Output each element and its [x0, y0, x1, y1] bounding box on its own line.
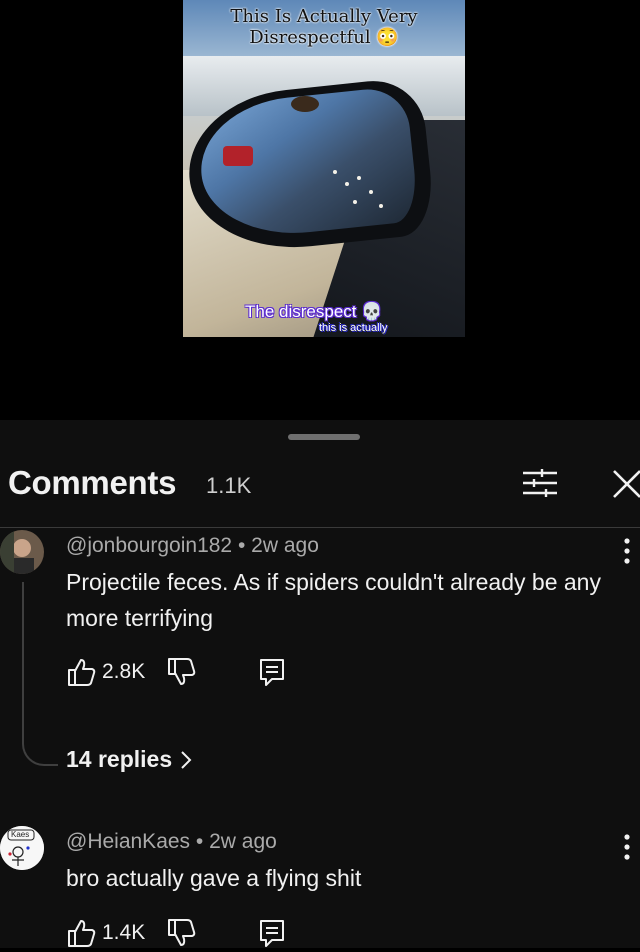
comment-age: 2w ago	[251, 534, 319, 557]
video-player[interactable]: This Is Actually Very Disrespectful 😳 Th…	[0, 0, 640, 420]
header-divider	[0, 527, 640, 528]
thumbs-up-icon	[68, 659, 96, 686]
comment-text: bro actually gave a flying shit	[66, 865, 362, 891]
video-thumbnail[interactable]: This Is Actually Very Disrespectful 😳 Th…	[183, 0, 465, 337]
splatter-dot	[345, 182, 349, 186]
comment-item: @jonbourgoin182 • 2w ago Projectile fece…	[0, 530, 640, 790]
like-count: 2.8K	[102, 660, 146, 683]
comment-author[interactable]: @jonbourgoin182	[66, 534, 232, 557]
thumbs-down-icon[interactable]	[166, 918, 196, 948]
reply-icon[interactable]	[258, 918, 286, 948]
comment-author-line: @jonbourgoin182 • 2w ago	[66, 534, 319, 558]
separator-dot: •	[237, 534, 246, 557]
comment-author[interactable]: @HeianKaes	[66, 830, 190, 853]
splatter-dot	[369, 190, 373, 194]
video-caption-top: This Is Actually Very Disrespectful 😳	[230, 6, 418, 48]
comment-text: Projectile feces. As if spiders couldn't…	[66, 569, 601, 631]
more-options-icon[interactable]	[618, 832, 636, 862]
comment-actions: 1.4K	[66, 918, 326, 952]
replies-label: 14 replies	[66, 746, 173, 772]
avatar[interactable]: Kaes	[0, 826, 44, 870]
more-options-icon[interactable]	[618, 536, 636, 566]
comment-age: 2w ago	[209, 830, 277, 853]
comments-title: Comments	[8, 464, 177, 501]
view-replies-button[interactable]: 14 replies	[66, 746, 192, 773]
avatar-text: Kaes	[11, 830, 30, 839]
spider	[291, 96, 319, 112]
comments-panel: Comments 1.1K @jonbourgoin182 • 2w ago P…	[0, 420, 640, 948]
thumbs-up-icon	[68, 920, 96, 947]
like-button[interactable]: 1.4K	[66, 918, 145, 948]
like-button[interactable]: 2.8K	[66, 657, 145, 687]
reply-thread-line	[22, 582, 58, 766]
close-icon[interactable]	[610, 467, 640, 501]
separator-dot: •	[195, 830, 204, 853]
video-caption-bottom: The disrespect 💀	[245, 302, 383, 321]
like-count: 1.4K	[102, 921, 146, 944]
thumbs-down-icon[interactable]	[166, 657, 196, 687]
reflected-red-car	[223, 146, 253, 166]
comment-item: Kaes @HeianKaes • 2w ago bro actually ga…	[0, 826, 640, 948]
splatter-dot	[379, 204, 383, 208]
comment-actions: 2.8K	[66, 657, 326, 691]
drag-handle[interactable]	[288, 434, 360, 440]
comments-count: 1.1K	[206, 473, 252, 498]
avatar[interactable]	[0, 530, 44, 574]
splatter-dot	[353, 200, 357, 204]
sort-filter-icon[interactable]	[520, 467, 560, 499]
splatter-dot	[357, 176, 361, 180]
video-caption-small: this is actually	[319, 322, 388, 334]
comment-author-line: @HeianKaes • 2w ago	[66, 830, 277, 854]
splatter-dot	[333, 170, 337, 174]
chevron-right-icon	[181, 750, 192, 769]
reply-icon[interactable]	[258, 657, 286, 687]
avatar-photo-icon	[0, 530, 44, 574]
